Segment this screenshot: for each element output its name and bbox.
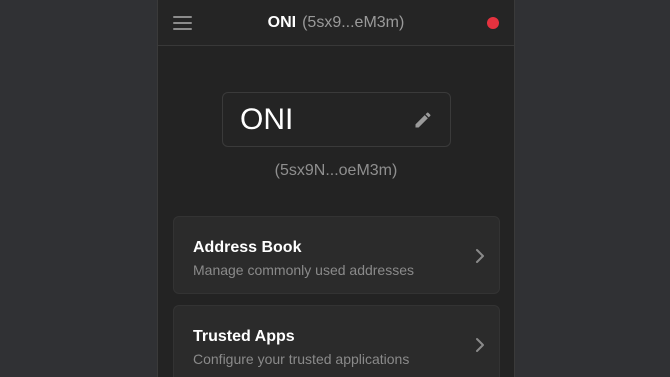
connection-status-dot[interactable] xyxy=(487,17,499,29)
wallet-panel: ONI (5sx9...eM3m) ONI (5sx9N...oeM3m) Add… xyxy=(157,0,515,377)
header-bar: ONI (5sx9...eM3m) xyxy=(158,0,514,46)
trusted-apps-item[interactable]: Trusted Apps Configure your trusted appl… xyxy=(173,305,500,377)
chevron-right-icon xyxy=(476,249,484,263)
account-name-box[interactable]: ONI xyxy=(222,92,451,147)
address-book-title: Address Book xyxy=(193,239,302,256)
account-address[interactable]: (5sx9N...oeM3m) xyxy=(158,161,514,181)
header-account-title[interactable]: ONI (5sx9...eM3m) xyxy=(158,13,514,33)
address-book-item[interactable]: Address Book Manage commonly used addres… xyxy=(173,216,500,294)
account-name: ONI xyxy=(240,103,294,136)
trusted-apps-title: Trusted Apps xyxy=(193,328,295,345)
pencil-icon[interactable] xyxy=(413,110,433,130)
header-account-name: ONI xyxy=(267,14,297,31)
header-account-address: (5sx9...eM3m) xyxy=(302,14,405,31)
address-book-subtitle: Manage commonly used addresses xyxy=(193,262,415,278)
trusted-apps-subtitle: Configure your trusted applications xyxy=(193,351,410,367)
chevron-right-icon xyxy=(476,338,484,352)
